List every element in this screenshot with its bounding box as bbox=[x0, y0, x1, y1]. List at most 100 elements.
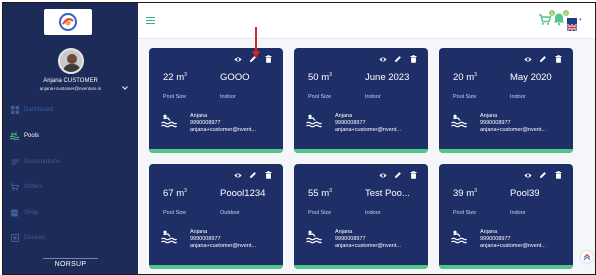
brand-logo[interactable] bbox=[44, 9, 92, 35]
pool-owner-email: anjana+customer@nvent... bbox=[190, 127, 256, 133]
sidebar-divider bbox=[43, 258, 98, 259]
edit-icon[interactable] bbox=[249, 171, 257, 179]
pool-card-accent-bar bbox=[149, 149, 283, 153]
shop-icon bbox=[10, 209, 19, 218]
sidebar-item-pools[interactable]: Pools bbox=[3, 127, 138, 145]
delete-icon[interactable] bbox=[409, 171, 417, 179]
pool-card[interactable]: 39 m3 Pool39 Pool Size Indoor Anjana 999… bbox=[439, 164, 573, 269]
pool-owner-phone: 9990008977 bbox=[190, 120, 221, 126]
pool-owner-phone: 9990008977 bbox=[480, 120, 511, 126]
pool-card-accent-bar bbox=[439, 265, 573, 269]
user-email: anjana+customer@nventure.in bbox=[39, 86, 102, 91]
delete-icon[interactable] bbox=[264, 171, 272, 179]
pool-owner-phone: 9990008977 bbox=[480, 236, 511, 242]
edit-icon[interactable] bbox=[539, 55, 547, 63]
pool-size-label: Pool Size bbox=[308, 210, 332, 216]
pool-size-label: Pool Size bbox=[453, 94, 477, 100]
pool-type: Indoor bbox=[510, 94, 526, 100]
edit-icon[interactable] bbox=[539, 171, 547, 179]
pool-name: GOOO bbox=[220, 72, 250, 83]
pool-card-actions bbox=[379, 55, 417, 63]
sidebar-item-label: Subscriptions bbox=[24, 159, 61, 165]
pool-owner-icon bbox=[451, 230, 467, 244]
pool-icon bbox=[10, 132, 19, 141]
pool-card[interactable]: 22 m3 GOOO Pool Size Indoor Anjana 99900… bbox=[149, 48, 283, 153]
pool-card[interactable]: 50 m3 June 2023 Pool Size Indoor Anjana … bbox=[294, 48, 428, 153]
app-window: Anjana CUSTOMER anjana+customer@nventure… bbox=[2, 2, 596, 275]
pool-owner-phone: 9990008977 bbox=[335, 120, 366, 126]
pool-owner-email: anjana+customer@nvent... bbox=[190, 243, 256, 249]
delete-icon[interactable] bbox=[409, 55, 417, 63]
top-bar: 0 0 ▾ bbox=[138, 3, 595, 39]
pool-owner-icon bbox=[306, 230, 322, 244]
sidebar-item-devices[interactable]: Devices bbox=[3, 229, 138, 247]
pool-owner-name: Anjana bbox=[480, 229, 498, 235]
menu-toggle-icon[interactable] bbox=[146, 17, 155, 24]
language-flag-icon[interactable] bbox=[566, 18, 578, 32]
pool-size-value: 67 m3 bbox=[163, 188, 187, 200]
pool-size-label: Pool Size bbox=[308, 94, 332, 100]
pool-size-value: 55 m3 bbox=[308, 188, 332, 200]
pool-name: June 2023 bbox=[365, 72, 410, 83]
pool-card-actions bbox=[524, 171, 562, 179]
pool-type: Outdoor bbox=[220, 210, 240, 216]
pool-name: Pool39 bbox=[510, 188, 540, 199]
scroll-to-top-button[interactable] bbox=[581, 251, 593, 263]
pool-owner-name: Anjana bbox=[335, 113, 353, 119]
pool-size-value: 22 m3 bbox=[163, 72, 187, 84]
pool-owner-icon bbox=[161, 230, 177, 244]
pool-card-accent-bar bbox=[294, 149, 428, 153]
pool-size-value: 20 m3 bbox=[453, 72, 477, 84]
notifications-button[interactable]: 0 bbox=[552, 10, 569, 28]
sidebar-item-subscriptions[interactable]: Subscriptions bbox=[3, 153, 138, 171]
avatar-head bbox=[67, 54, 77, 64]
chevron-up-icon bbox=[583, 253, 591, 261]
pool-type: Indoor bbox=[365, 210, 381, 216]
sidebar-item-label: Dashboard bbox=[24, 107, 54, 113]
pool-card[interactable]: 67 m3 Poool1234 Pool Size Outdoor Anjana… bbox=[149, 164, 283, 269]
pool-owner-name: Anjana bbox=[190, 229, 208, 235]
view-icon[interactable] bbox=[379, 55, 387, 63]
pool-card-accent-bar bbox=[439, 149, 573, 153]
edit-icon[interactable] bbox=[394, 55, 402, 63]
view-icon[interactable] bbox=[524, 171, 532, 179]
pool-owner-icon bbox=[161, 114, 177, 128]
language-chevron-down-icon[interactable]: ▾ bbox=[579, 17, 582, 23]
pool-owner-email: anjana+customer@nvent... bbox=[335, 243, 401, 249]
pool-size-label: Pool Size bbox=[453, 210, 477, 216]
subscription-icon bbox=[10, 158, 19, 167]
sidebar-item-shop[interactable]: Shop bbox=[3, 204, 138, 222]
view-icon[interactable] bbox=[234, 171, 242, 179]
edit-icon[interactable] bbox=[394, 171, 402, 179]
sidebar-item-label: Pools bbox=[24, 133, 40, 139]
annotation-arrow-shaft bbox=[255, 27, 257, 53]
pool-type: Indoor bbox=[510, 210, 526, 216]
cart-button[interactable]: 0 bbox=[538, 10, 555, 28]
sidebar-item-label: Orders bbox=[24, 184, 43, 190]
pool-owner-email: anjana+customer@nvent... bbox=[480, 243, 546, 249]
view-icon[interactable] bbox=[234, 55, 242, 63]
dashboard-icon bbox=[10, 106, 19, 115]
pool-card-actions bbox=[524, 55, 562, 63]
view-icon[interactable] bbox=[524, 55, 532, 63]
delete-icon[interactable] bbox=[554, 171, 562, 179]
sidebar-item-orders[interactable]: Orders bbox=[3, 178, 138, 196]
sidebar-item-dashboard[interactable]: Dashboard bbox=[3, 101, 138, 119]
chevron-down-icon[interactable] bbox=[122, 85, 128, 92]
pool-type: Indoor bbox=[365, 94, 381, 100]
pool-owner-phone: 9990008977 bbox=[335, 236, 366, 242]
view-icon[interactable] bbox=[379, 171, 387, 179]
notifications-badge: 0 bbox=[563, 10, 569, 16]
sidebar: Anjana CUSTOMER anjana+customer@nventure… bbox=[3, 3, 138, 274]
pool-name: Poool1234 bbox=[220, 188, 266, 199]
pool-card[interactable]: 20 m3 May 2020 Pool Size Indoor Anjana 9… bbox=[439, 48, 573, 153]
sidebar-footer-brand: NORSUP bbox=[54, 261, 87, 268]
avatar[interactable] bbox=[58, 48, 84, 74]
sidebar-item-label: Devices bbox=[24, 235, 46, 241]
pool-card[interactable]: 55 m3 Test Poo... Pool Size Indoor Anjan… bbox=[294, 164, 428, 269]
pool-card-actions bbox=[234, 171, 272, 179]
pool-size-value: 50 m3 bbox=[308, 72, 332, 84]
delete-icon[interactable] bbox=[264, 55, 272, 63]
delete-icon[interactable] bbox=[554, 55, 562, 63]
pool-owner-icon bbox=[306, 114, 322, 128]
